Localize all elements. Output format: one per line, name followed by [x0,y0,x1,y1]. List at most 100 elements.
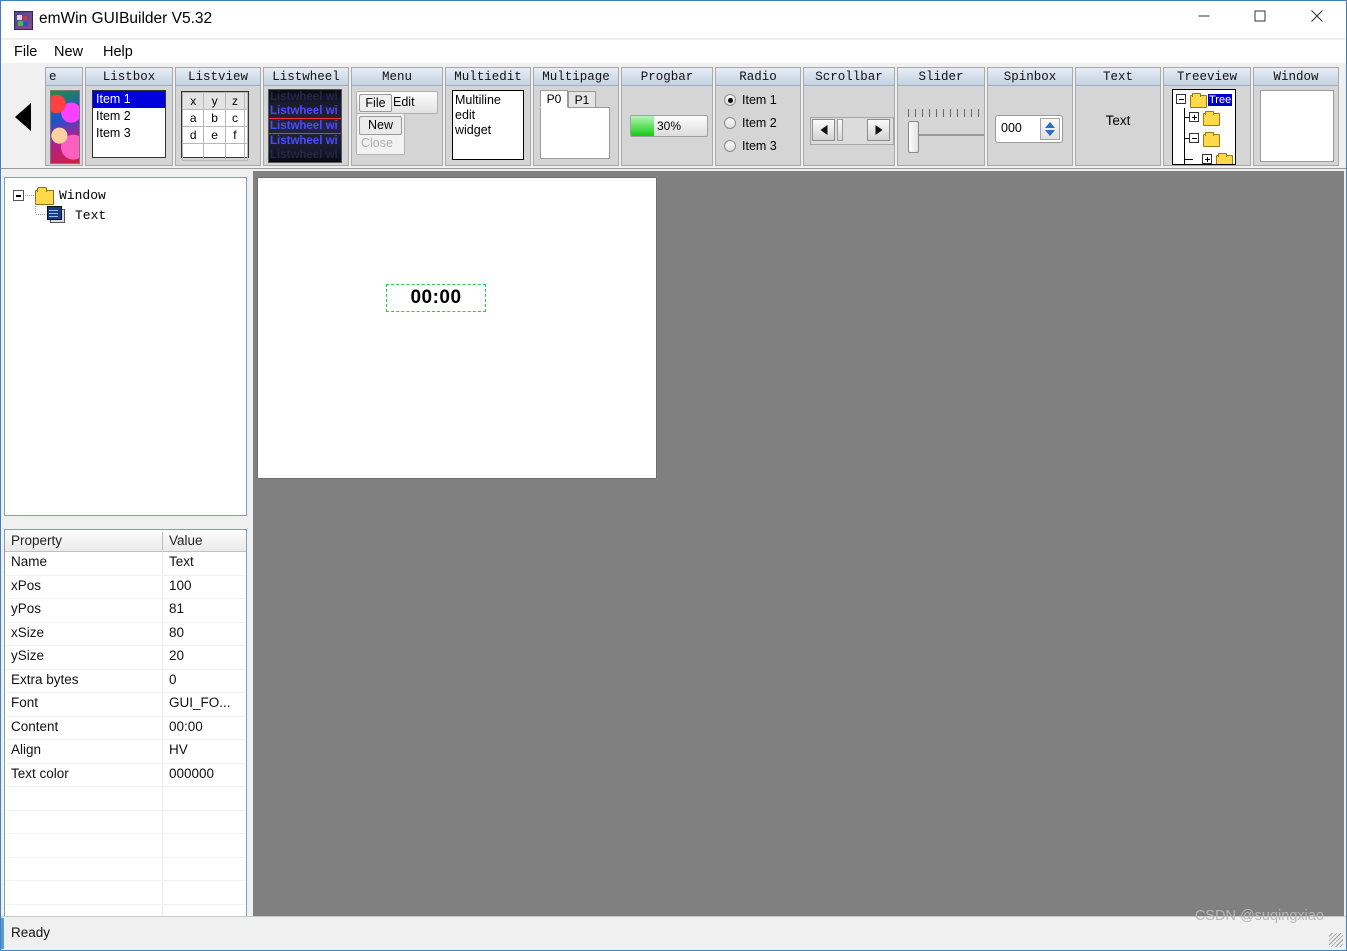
multiedit-preview: Multiline edit widget [452,90,524,160]
close-button[interactable] [1294,1,1340,31]
panel-title-menu: Menu [352,68,442,86]
property-row-empty [5,787,246,811]
tree-collapse-icon[interactable] [13,190,24,201]
resize-grip[interactable] [1329,933,1343,947]
toolbar-panel-multipage[interactable]: Multipage P1 P0 [533,67,619,166]
property-value[interactable]: HV [169,742,188,757]
property-value[interactable]: GUI_FO... [169,695,231,710]
toolbar-panel-multiedit[interactable]: Multiedit Multiline edit widget [445,67,531,166]
listview-header-cell [244,92,248,110]
property-header-name: Property [11,533,63,548]
property-row[interactable]: ySize 20 [5,646,246,670]
property-name: Name [11,554,48,569]
listview-header-row: x y z [181,92,248,110]
property-grid-header: Property Value [5,530,246,552]
property-value[interactable]: 00:00 [169,719,203,734]
design-canvas[interactable]: 00:00 [257,177,657,479]
folder-icon [35,187,54,205]
property-row[interactable]: Font GUI_FO... [5,693,246,717]
property-row[interactable]: Content 00:00 [5,716,246,740]
panel-title-slider: Slider [898,68,984,86]
property-value[interactable]: 81 [169,601,184,616]
toolbar-panel-listview[interactable]: Listview x y z a b c d e f [175,67,261,166]
multipage-tab-p0: P0 [540,90,568,108]
property-value[interactable]: Text [169,554,194,569]
property-name: Font [11,695,39,710]
scrollbar-thumb [837,119,843,141]
toolbar-panel-text[interactable]: Text Text [1075,67,1161,166]
multiedit-line: edit [455,108,476,122]
toolbar-panel-menu[interactable]: Menu File Edit New Close [351,67,443,166]
panel-title-multipage: Multipage [534,68,618,86]
toolbar-panel-listbox[interactable]: Listbox Item 1 Item 2 Item 3 [85,67,173,166]
property-row[interactable]: Align HV [5,740,246,764]
spinbox-value: 000 [1001,121,1022,135]
toolbar-panel-spinbox[interactable]: Spinbox 000 [987,67,1073,166]
property-row[interactable]: Extra bytes 0 [5,669,246,693]
menu-file[interactable]: File [9,42,42,62]
listview-cell [244,143,248,161]
listview-cell [224,143,246,161]
status-text: Ready [11,925,51,940]
property-row[interactable]: xSize 80 [5,622,246,646]
property-value[interactable]: 80 [169,625,184,640]
menu-widget-new: New [359,116,402,135]
scrollbar-right-arrow-icon [867,119,890,141]
radio-dot-icon [724,94,736,106]
toolbar-panel-progbar[interactable]: Progbar 30% [621,67,713,166]
listview-header-cell: y [203,92,226,110]
property-value[interactable]: 100 [169,578,192,593]
treeview-selected-label: Tree [1208,94,1233,106]
property-row-empty [5,881,246,905]
listview-row [181,143,248,161]
object-tree-panel[interactable]: Window Text [4,177,247,516]
toolbar-panel-listwheel[interactable]: Listwheel Listwheel wi Listwheel wi List… [263,67,349,166]
toolbar-panel-radio[interactable]: Radio Item 1 Item 2 Item 3 [715,67,801,166]
multipage-tab-p1: P1 [568,91,596,108]
menu-widget-file: File [359,94,392,112]
property-name: yPos [11,601,42,616]
menu-widget-edit: Edit [393,95,415,109]
watermark: CSDN @suqingxiao [1194,908,1324,924]
property-row[interactable]: Name Text [5,552,246,576]
property-name: xPos [11,577,42,593]
property-value[interactable]: 0 [169,672,177,687]
property-row-empty [5,810,246,834]
panel-title-window: Window [1254,68,1338,86]
listview-row: d e f [181,126,248,144]
selected-text-widget[interactable]: 00:00 [386,284,486,312]
panel-title-listbox: Listbox [86,68,172,86]
maximize-button[interactable] [1237,1,1283,31]
design-work-area[interactable]: 00:00 [253,171,1344,917]
panel-title-image: e [46,68,82,86]
property-name: xSize [11,624,45,640]
property-row[interactable]: Text color 000000 [5,763,246,787]
menu-widget-close: Close [361,136,393,150]
menu-help[interactable]: Help [98,42,138,62]
treeview-collapse-icon [1176,94,1186,104]
property-row[interactable]: xPos 100 [5,575,246,599]
menu-new[interactable]: New [49,42,88,62]
toolbar-panel-slider[interactable]: Slider [897,67,985,166]
property-row[interactable]: yPos 81 [5,599,246,623]
property-name: Text color [11,765,69,781]
property-value[interactable]: 000000 [169,766,214,781]
widget-icon [47,206,65,223]
property-name: Align [11,742,42,757]
listbox-item: Item 1 [93,91,165,108]
property-grid[interactable]: Property Value Name Text xPos 100 yPos 81 xSiz… [4,529,247,917]
listbox-item: Item 3 [96,126,131,140]
listwheel-item: Listwheel wi [270,105,338,117]
treeview-preview: Tree [1172,89,1236,165]
property-value[interactable]: 20 [169,648,184,663]
toolbar-panel-scrollbar[interactable]: Scrollbar [803,67,895,166]
listwheel-preview: Listwheel wi Listwheel wi Listwheel wi L… [268,89,342,163]
minimize-button[interactable] [1181,1,1227,31]
scrollbar-left-arrow-icon [812,119,835,141]
toolbar-panel-window[interactable]: Window [1253,67,1339,166]
menu-bar: File New Help [1,40,1346,63]
toolbar-scroll-left-icon[interactable] [9,95,41,139]
property-name: Content [11,718,59,734]
toolbar-panel-treeview[interactable]: Treeview Tree [1163,67,1251,166]
toolbar-panel-image[interactable]: e [45,67,83,166]
